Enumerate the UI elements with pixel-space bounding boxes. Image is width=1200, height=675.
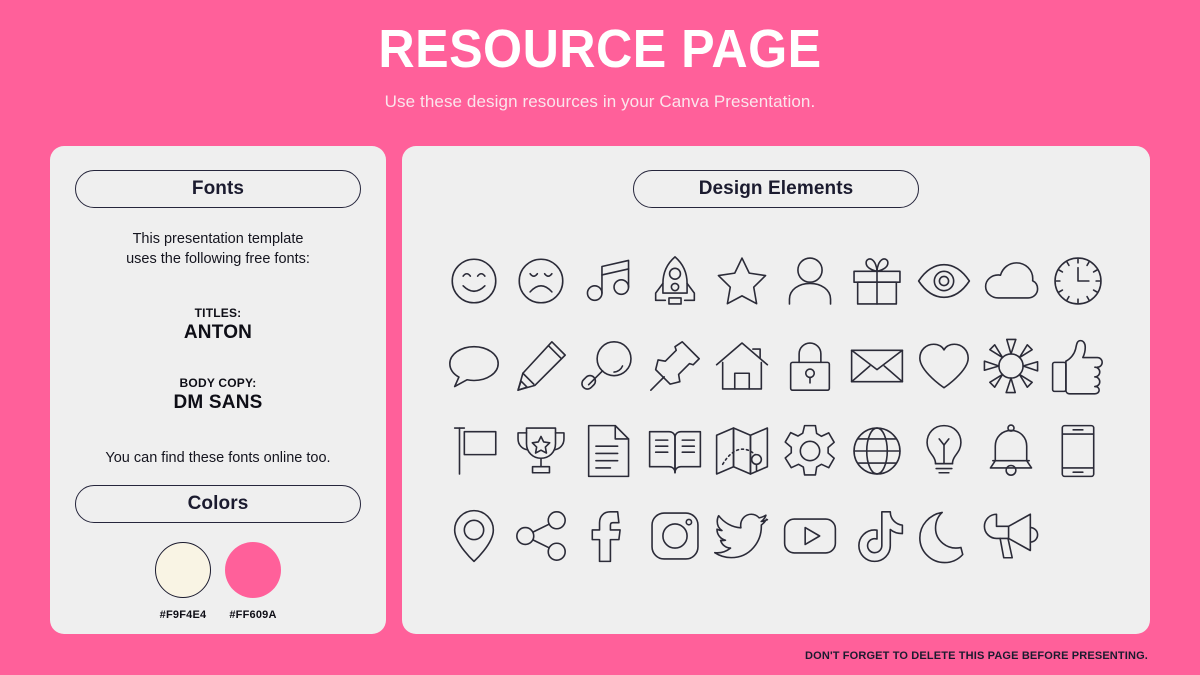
heart-icon[interactable] bbox=[915, 337, 973, 395]
fonts-intro-line-2: uses the following free fonts: bbox=[126, 250, 310, 267]
twitter-icon[interactable] bbox=[713, 507, 771, 565]
page-title: RESOURCE PAGE bbox=[378, 19, 822, 79]
sad-face-icon[interactable] bbox=[512, 252, 570, 310]
gear-icon[interactable] bbox=[781, 422, 839, 480]
instagram-icon[interactable] bbox=[646, 507, 704, 565]
open-book-icon[interactable] bbox=[646, 422, 704, 480]
color-swatch-dot[interactable] bbox=[155, 542, 211, 599]
color-swatch-list: #F9F4E4 #FF609A bbox=[72, 542, 364, 621]
megaphone-icon[interactable] bbox=[982, 507, 1040, 565]
document-icon[interactable] bbox=[579, 422, 637, 480]
delete-page-reminder: DON'T FORGET TO DELETE THIS PAGE BEFORE … bbox=[805, 650, 1148, 662]
design-elements-grid bbox=[426, 238, 1126, 578]
magnifier-icon[interactable] bbox=[579, 337, 637, 395]
fonts-outro: You can find these fonts online too. bbox=[105, 450, 331, 467]
smiley-face-icon[interactable] bbox=[445, 252, 503, 310]
design-elements-card: Design Elements bbox=[402, 146, 1150, 634]
facebook-icon[interactable] bbox=[579, 507, 637, 565]
fonts-and-colors-card: Fonts This presentation template uses th… bbox=[50, 146, 386, 634]
titles-font-label: TITLES: bbox=[194, 306, 242, 321]
youtube-icon[interactable] bbox=[781, 507, 839, 565]
sun-icon[interactable] bbox=[982, 337, 1040, 395]
fonts-intro: This presentation template uses the foll… bbox=[72, 230, 364, 269]
colors-section: Colors #F9F4E4 #FF609A bbox=[72, 485, 364, 621]
speech-bubble-icon[interactable] bbox=[445, 337, 503, 395]
bell-icon[interactable] bbox=[982, 422, 1040, 480]
share-icon[interactable] bbox=[512, 507, 570, 565]
thumbs-up-icon[interactable] bbox=[1049, 337, 1107, 395]
color-swatch-hex: #FF609A bbox=[229, 609, 277, 622]
lightbulb-icon[interactable] bbox=[915, 422, 973, 480]
titles-font-group: TITLES: ANTON bbox=[72, 306, 364, 344]
content-area: Fonts This presentation template uses th… bbox=[50, 146, 1150, 634]
pencil-icon[interactable] bbox=[512, 337, 570, 395]
color-swatch[interactable]: #F9F4E4 bbox=[152, 542, 214, 621]
eye-icon[interactable] bbox=[915, 252, 973, 310]
page-header: RESOURCE PAGE Use these design resources… bbox=[0, 0, 1200, 112]
color-swatch[interactable]: #FF609A bbox=[222, 542, 284, 621]
color-swatch-hex: #F9F4E4 bbox=[159, 609, 207, 622]
tiktok-icon[interactable] bbox=[848, 507, 906, 565]
location-pin-icon[interactable] bbox=[445, 507, 503, 565]
pushpin-icon[interactable] bbox=[646, 337, 704, 395]
colors-section-header[interactable]: Colors bbox=[75, 485, 361, 524]
body-font-label: BODY COPY: bbox=[179, 376, 257, 391]
body-font-group: BODY COPY: DM SANS bbox=[72, 376, 364, 414]
body-font-value: DM SANS bbox=[173, 392, 263, 414]
music-note-icon[interactable] bbox=[579, 252, 637, 310]
flag-icon[interactable] bbox=[445, 422, 503, 480]
globe-icon[interactable] bbox=[848, 422, 906, 480]
fonts-section-label: Fonts bbox=[191, 178, 245, 199]
color-swatch-dot[interactable] bbox=[225, 542, 281, 599]
moon-icon[interactable] bbox=[915, 507, 973, 565]
house-icon[interactable] bbox=[713, 337, 771, 395]
mobile-phone-icon[interactable] bbox=[1049, 422, 1107, 480]
map-icon[interactable] bbox=[713, 422, 771, 480]
rocket-icon[interactable] bbox=[646, 252, 704, 310]
titles-font-value: ANTON bbox=[183, 322, 253, 344]
envelope-icon[interactable] bbox=[848, 337, 906, 395]
user-icon[interactable] bbox=[781, 252, 839, 310]
star-icon[interactable] bbox=[713, 252, 771, 310]
gift-icon[interactable] bbox=[848, 252, 906, 310]
design-elements-label: Design Elements bbox=[698, 178, 854, 199]
trophy-icon[interactable] bbox=[512, 422, 570, 480]
colors-section-label: Colors bbox=[187, 493, 249, 515]
lock-icon[interactable] bbox=[781, 337, 839, 395]
cloud-icon[interactable] bbox=[982, 252, 1040, 310]
fonts-section-header[interactable]: Fonts bbox=[75, 170, 361, 208]
page-subtitle: Use these design resources in your Canva… bbox=[384, 92, 816, 111]
fonts-intro-line-1: This presentation template bbox=[132, 231, 304, 247]
design-elements-header[interactable]: Design Elements bbox=[633, 170, 919, 208]
clock-icon[interactable] bbox=[1049, 252, 1107, 310]
